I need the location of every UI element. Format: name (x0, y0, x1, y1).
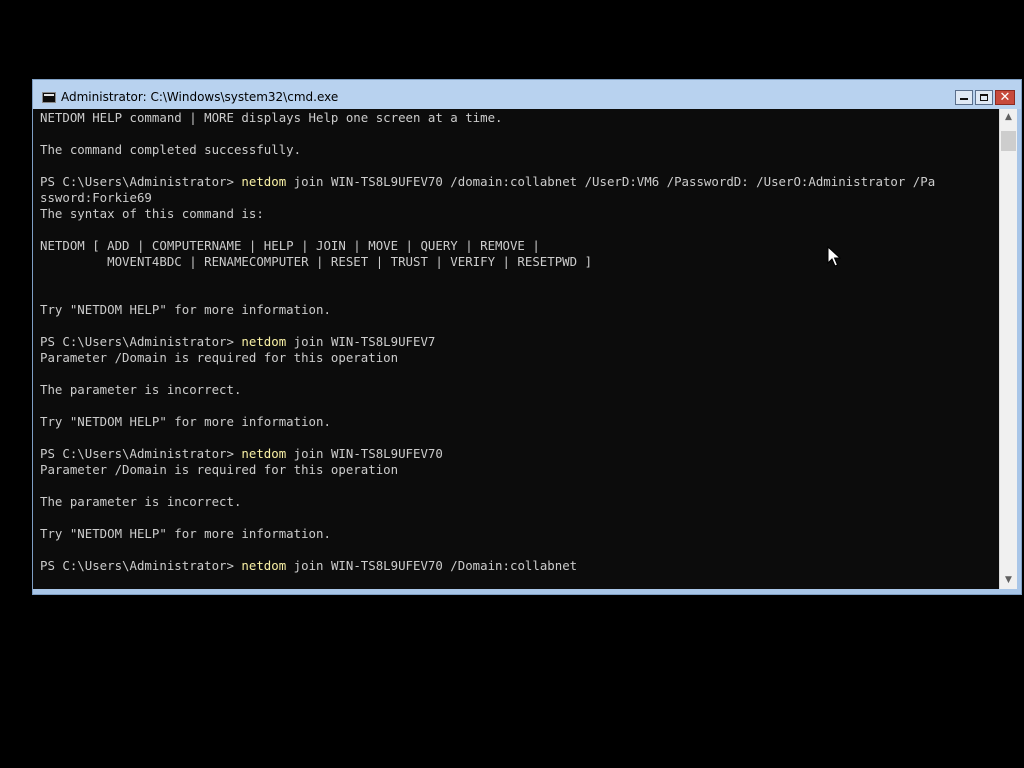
command-name: netdom (241, 558, 287, 573)
minimize-icon (960, 98, 968, 100)
console-output-line: The command completed successfully. (40, 142, 302, 157)
command-arguments: join WIN-TS8L9UFEV7 (286, 334, 436, 349)
minimize-button[interactable] (955, 90, 973, 105)
prompt-text: PS C:\Users\Administrator> (40, 174, 242, 189)
console-output-line: NETDOM HELP command | MORE displays Help… (40, 110, 503, 125)
command-name: netdom (241, 334, 287, 349)
command-name: netdom (241, 446, 287, 461)
console-output-line: Try "NETDOM HELP" for more information. (40, 302, 331, 317)
vertical-scrollbar[interactable]: ▲ ▼ (999, 109, 1017, 589)
scroll-down-button[interactable]: ▼ (1000, 572, 1017, 589)
command-name: netdom (241, 174, 287, 189)
chevron-up-icon: ▲ (1005, 112, 1012, 122)
maximize-icon (980, 94, 988, 101)
console-output-line: The parameter is incorrect. (40, 494, 242, 509)
console-output-line: ssword:Forkie69 (40, 190, 152, 205)
prompt-text: PS C:\Users\Administrator> (40, 334, 242, 349)
window-title: Administrator: C:\Windows\system32\cmd.e… (61, 90, 339, 104)
console-output-line: Parameter /Domain is required for this o… (40, 350, 399, 365)
console-output-line: The parameter is incorrect. (40, 382, 242, 397)
command-arguments: join WIN-TS8L9UFEV70 /Domain:collabnet (286, 558, 578, 573)
console-prompt-line: PS C:\Users\Administrator> netdom join W… (40, 446, 935, 462)
console-output[interactable]: NETDOM HELP command | MORE displays Help… (33, 109, 999, 589)
scroll-up-button[interactable]: ▲ (1000, 109, 1017, 126)
console-output-line: Try "NETDOM HELP" for more information. (40, 526, 331, 541)
scrollbar-thumb[interactable] (1001, 131, 1016, 151)
console-output-line: The syntax of this command is: (40, 206, 264, 221)
console-output-line: Parameter /Domain is required for this o… (40, 462, 399, 477)
prompt-text: PS C:\Users\Administrator> (40, 446, 242, 461)
console-prompt-line: PS C:\Users\Administrator> netdom join W… (40, 334, 935, 350)
console-output-line: Try "NETDOM HELP" for more information. (40, 414, 331, 429)
close-icon: ✕ (999, 90, 1011, 105)
cmd-console-icon (42, 92, 56, 103)
console-prompt-line: PS C:\Users\Administrator> netdom join W… (40, 174, 935, 190)
cmd-window[interactable]: Administrator: C:\Windows\system32\cmd.e… (32, 79, 1022, 595)
mouse-pointer-icon (827, 246, 841, 267)
console-output-line: NETDOM [ ADD | COMPUTERNAME | HELP | JOI… (40, 238, 540, 253)
command-arguments: join WIN-TS8L9UFEV70 (286, 446, 443, 461)
maximize-button[interactable] (975, 90, 993, 105)
title-bar[interactable]: Administrator: C:\Windows\system32\cmd.e… (33, 80, 1021, 109)
console-prompt-line: PS C:\Users\Administrator> netdom join W… (40, 558, 935, 574)
console-output-line: MOVENT4BDC | RENAMECOMPUTER | RESET | TR… (40, 254, 593, 269)
chevron-down-icon: ▼ (1005, 575, 1012, 585)
console-lines: NETDOM HELP command | MORE displays Help… (40, 110, 935, 574)
prompt-text: PS C:\Users\Administrator> (40, 558, 242, 573)
close-button[interactable]: ✕ (995, 90, 1015, 105)
command-arguments: join WIN-TS8L9UFEV70 /domain:collabnet /… (286, 174, 936, 189)
